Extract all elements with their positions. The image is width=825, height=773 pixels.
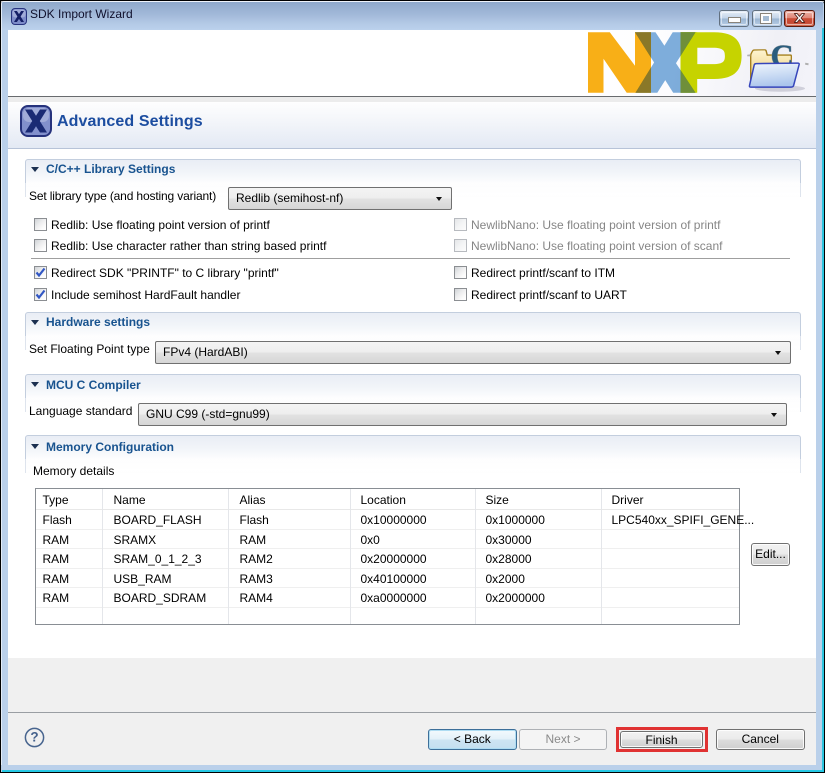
- svg-text:?: ?: [30, 730, 38, 745]
